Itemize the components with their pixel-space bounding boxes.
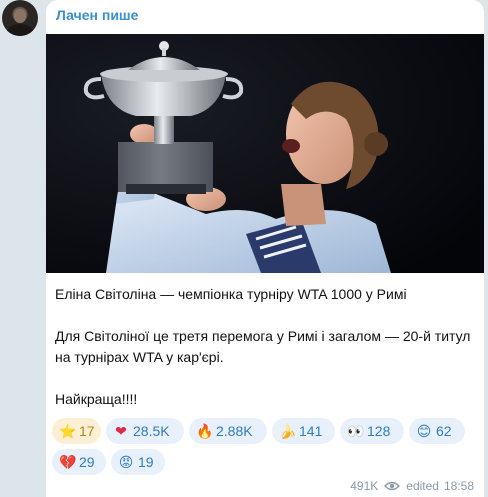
views-count: 491K xyxy=(350,479,379,493)
reaction-count: 128 xyxy=(367,423,391,439)
photo-illustration xyxy=(46,34,484,273)
eye-icon xyxy=(384,481,401,491)
fire-icon: 🔥 xyxy=(196,423,214,439)
reaction-count: 29 xyxy=(79,454,95,470)
reaction-count: 17 xyxy=(79,423,95,439)
broken-heart-icon: 💔 xyxy=(59,454,77,470)
avatar-face xyxy=(14,9,26,23)
heart-icon: ❤ xyxy=(115,423,127,439)
eyes-icon: 👀 xyxy=(347,423,365,439)
post-text: Еліна Світоліна — чемпіонка турніру WTA … xyxy=(55,284,475,410)
reaction-broken-heart[interactable]: 💔 29 xyxy=(52,449,106,475)
reaction-angry[interactable]: 😡 19 xyxy=(111,449,165,475)
reaction-heart[interactable]: ❤ 28.5K xyxy=(106,418,184,444)
reaction-count: 28.5K xyxy=(133,423,170,439)
reaction-count: 19 xyxy=(138,454,154,470)
smile-icon: 😊 xyxy=(416,423,432,439)
reaction-smile[interactable]: 😊 62 xyxy=(409,418,465,444)
reaction-count: 62 xyxy=(436,423,452,439)
edited-label: edited xyxy=(406,479,439,493)
reaction-count: 141 xyxy=(299,423,323,439)
avatar-shoulders xyxy=(7,24,33,36)
chat-view: Лачен пише Еліна Світоліна — чемпіонка т… xyxy=(0,0,488,497)
post-closing: Найкраща!!!! xyxy=(55,391,138,407)
post-headline: Еліна Світоліна — чемпіонка турніру WTA … xyxy=(55,286,407,302)
banana-icon: 🍌 xyxy=(279,423,297,439)
angry-face-icon: 😡 xyxy=(118,454,134,470)
reaction-eyes[interactable]: 👀 128 xyxy=(340,418,404,444)
message-meta: 491K edited 18:58 xyxy=(350,479,474,493)
reaction-fire[interactable]: 🔥 2.88K xyxy=(189,418,267,444)
author-name[interactable]: Лачен пише xyxy=(56,7,138,23)
reaction-count: 2.88K xyxy=(216,423,253,439)
reaction-star[interactable]: ⭐ 17 xyxy=(52,418,101,444)
star-icon: ⭐ xyxy=(59,423,77,439)
message-bubble: Лачен пише Еліна Світоліна — чемпіонка т… xyxy=(46,0,484,497)
post-photo[interactable] xyxy=(46,34,484,273)
channel-avatar[interactable] xyxy=(2,0,38,36)
reaction-banana[interactable]: 🍌 141 xyxy=(272,418,335,444)
message-time: 18:58 xyxy=(443,479,474,493)
post-body: Для Світоліної це третя перемога у Римі … xyxy=(55,328,471,365)
